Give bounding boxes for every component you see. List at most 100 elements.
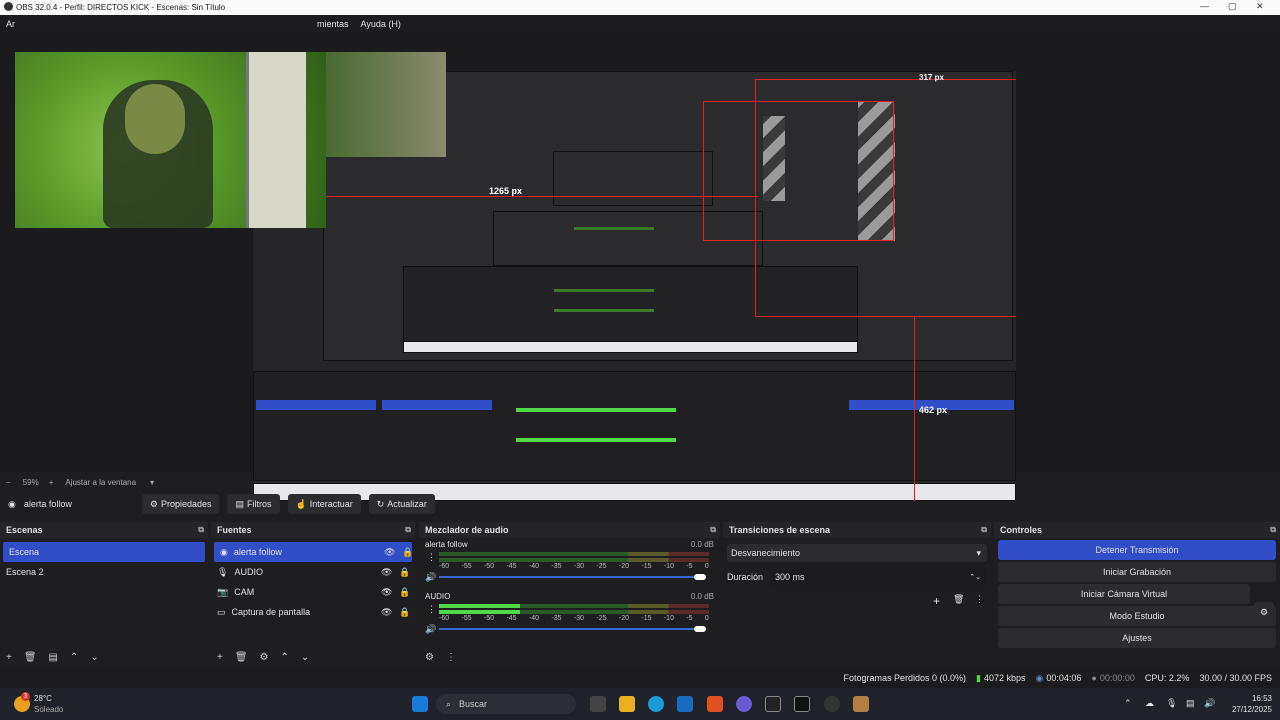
file-explorer-icon[interactable] <box>619 696 635 712</box>
px-label-height: 462 px <box>919 405 948 415</box>
speaker-icon[interactable]: 🔊 <box>425 572 436 583</box>
down-icon[interactable]: ⌄ <box>301 652 309 663</box>
app-cube-icon[interactable] <box>853 696 869 712</box>
kebab-icon[interactable]: ⋮ <box>446 652 456 663</box>
audio-mixer-dock: Mezclador de audio ⧉ alerta follow 0.0 dB… <box>419 522 720 667</box>
mixer-channel: AUDIO 0.0 dB ⋮ -60 -55 -50 -45 -40 -35 -30 -25 -2… <box>419 590 720 642</box>
studio-mode-button[interactable]: Modo Estudio <box>998 606 1276 626</box>
store-icon[interactable] <box>677 696 693 712</box>
nested-docks <box>253 371 1016 481</box>
pointer-icon: ☝ <box>295 498 307 509</box>
source-item[interactable]: 📷 CAM 👁 🔒 <box>211 582 415 602</box>
undock-icon[interactable]: ⧉ <box>710 525 716 535</box>
tray-network-icon[interactable]: ▤ <box>1186 698 1195 709</box>
lock-icon[interactable]: 🔒 <box>402 547 413 558</box>
virtual-cam-button[interactable]: Iniciar Cámara Virtual <box>998 584 1250 604</box>
taskbar-search[interactable]: ⌕ Buscar <box>436 694 576 714</box>
volume-slider[interactable] <box>439 628 701 630</box>
filter-icon[interactable]: ▤ <box>49 652 58 663</box>
up-icon[interactable]: ⌃ <box>70 652 78 663</box>
epic-games-icon[interactable] <box>794 696 810 712</box>
virtual-cam-settings-icon[interactable]: ⚙ <box>1254 602 1274 622</box>
volume-knob[interactable] <box>694 626 706 632</box>
lock-icon[interactable]: 🔒 <box>399 587 410 598</box>
discord-icon[interactable] <box>736 696 752 712</box>
lock-icon[interactable]: 🔒 <box>399 567 410 578</box>
sources-header: Fuentes ⧉ <box>211 522 415 538</box>
zoom-out-icon[interactable]: − <box>6 478 11 487</box>
trash-icon[interactable]: 🗑 <box>235 652 248 663</box>
lock-icon[interactable]: 🔒 <box>399 607 410 618</box>
clock-time[interactable]: 16:53 <box>1228 694 1272 703</box>
clock-date[interactable]: 27/12/2025 <box>1224 705 1272 714</box>
trash-icon[interactable]: 🗑 <box>24 652 37 663</box>
maximize-icon[interactable]: ▢ <box>1228 1 1237 12</box>
webcam-feed <box>15 52 326 228</box>
mixer-settings-icon[interactable]: ⚙ <box>425 652 434 663</box>
menu-item-herramientas[interactable]: mientas <box>317 19 349 29</box>
preview-area[interactable]: 1265 px 462 px 317 px <box>0 32 1280 501</box>
meter-fill <box>439 610 520 614</box>
up-icon[interactable]: ⌃ <box>281 652 289 663</box>
kebab-icon[interactable]: ⋮ <box>427 604 436 615</box>
undock-icon[interactable]: ⧉ <box>405 525 411 535</box>
scene-item[interactable]: Escena <box>3 542 205 562</box>
settings-button[interactable]: Ajustes <box>998 628 1276 648</box>
scene-label: Escena <box>9 547 40 557</box>
interact-button[interactable]: ☝ Interactuar <box>287 494 361 514</box>
controls-header: Controles ⧉ <box>994 522 1280 538</box>
volume-slider[interactable] <box>439 576 701 578</box>
steam-icon[interactable] <box>765 696 781 712</box>
kebab-icon[interactable]: ⋮ <box>975 594 984 605</box>
add-icon[interactable]: + <box>933 594 940 608</box>
task-view-icon[interactable] <box>590 696 606 712</box>
tray-volume-icon[interactable]: 🔊 <box>1204 698 1215 709</box>
tray-mic-icon[interactable]: 🎙 <box>1166 698 1177 709</box>
eye-icon[interactable]: 👁 <box>381 607 392 618</box>
stream-icon: ◉ <box>1035 672 1044 683</box>
source-item[interactable]: 🎙 AUDIO 👁 🔒 <box>211 562 415 582</box>
properties-button[interactable]: ⚙ Propiedades <box>141 494 220 514</box>
obs-icon[interactable] <box>824 696 840 712</box>
minimize-icon[interactable]: — <box>1200 1 1209 11</box>
window-title: OBS 32.0.4 - Perfil: DIRECTOS KICK - Esc… <box>16 3 226 12</box>
duration-value: 300 ms <box>775 572 805 582</box>
trash-icon[interactable]: 🗑 <box>953 594 964 605</box>
speaker-icon[interactable]: 🔊 <box>425 624 436 635</box>
zoom-in-icon[interactable]: + <box>49 478 54 487</box>
brave-icon[interactable] <box>707 696 723 712</box>
source-item[interactable]: ◉ alerta follow 👁 🔒 <box>214 542 413 562</box>
spin-arrows-icon[interactable]: ⌃⌄ <box>969 573 981 581</box>
add-icon[interactable]: + <box>217 652 223 663</box>
undock-icon[interactable]: ⧉ <box>981 525 987 535</box>
windows-start-icon[interactable] <box>412 696 428 712</box>
tray-cloud-icon[interactable]: ☁ <box>1145 698 1154 709</box>
close-icon[interactable]: ✕ <box>1256 1 1264 12</box>
gear-icon: ⚙ <box>149 498 158 509</box>
down-icon[interactable]: ⌄ <box>90 652 98 663</box>
start-recording-button[interactable]: Iniciar Grabación <box>998 562 1276 582</box>
fit-dropdown-icon[interactable]: ▾ <box>150 478 154 487</box>
eye-icon[interactable]: 👁 <box>384 547 395 558</box>
stop-stream-button[interactable]: Detener Transmisión <box>998 540 1276 560</box>
scene-label: Escena 2 <box>6 567 44 577</box>
kebab-icon[interactable]: ⋮ <box>427 552 436 563</box>
edge-icon[interactable] <box>648 696 664 712</box>
refresh-button[interactable]: ↻ Actualizar <box>368 494 435 514</box>
scene-item[interactable]: Escena 2 <box>0 562 208 582</box>
add-icon[interactable]: + <box>6 652 12 663</box>
tray-chevron-icon[interactable]: ⌃ <box>1124 698 1132 709</box>
menu-item-ayuda[interactable]: Ayuda (H) <box>361 19 401 29</box>
filters-button[interactable]: ▤ Filtros <box>227 494 280 514</box>
fit-window-label[interactable]: Ajustar a la ventana <box>65 478 136 487</box>
source-item[interactable]: ▭ Captura de pantalla 👁 🔒 <box>211 602 415 622</box>
transition-select[interactable]: Desvanecimiento ▾ <box>727 544 987 562</box>
undock-icon[interactable]: ⧉ <box>1270 525 1276 535</box>
menu-item-archivo[interactable]: Ar <box>6 19 15 29</box>
eye-icon[interactable]: 👁 <box>381 567 392 578</box>
eye-icon[interactable]: 👁 <box>381 587 392 598</box>
gear-icon[interactable]: ⚙ <box>260 652 269 663</box>
undock-icon[interactable]: ⧉ <box>198 525 204 535</box>
volume-knob[interactable] <box>694 574 706 580</box>
duration-spinbox[interactable]: 300 ms ⌃⌄ <box>771 568 987 586</box>
